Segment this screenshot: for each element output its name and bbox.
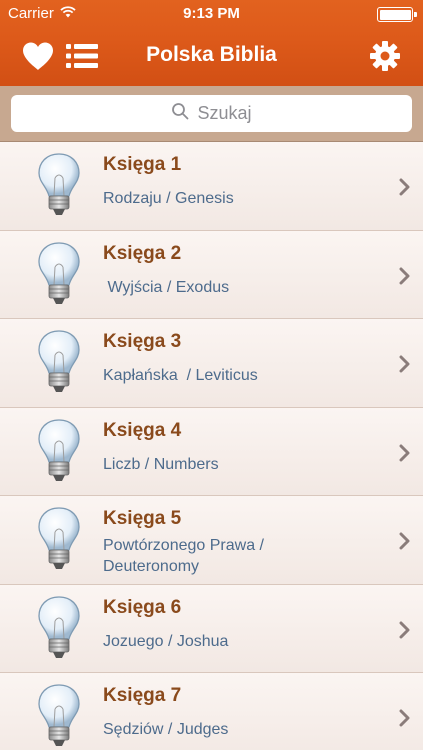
book-title: Księga 5 xyxy=(103,508,182,529)
search-input[interactable]: Szukaj xyxy=(11,95,412,132)
book-title: Księga 2 xyxy=(103,242,182,264)
search-icon xyxy=(171,102,189,125)
chevron-right-icon xyxy=(399,267,411,285)
status-time: 9:13 PM xyxy=(183,5,240,22)
lightbulb-icon xyxy=(34,329,84,397)
nav-bar: Polska Biblia xyxy=(0,28,423,86)
lightbulb-icon xyxy=(34,595,84,663)
book-title: Księga 6 xyxy=(103,596,182,618)
book-title: Księga 1 xyxy=(103,154,182,175)
book-subtitle: Jozuego / Joshua xyxy=(103,632,229,650)
book-row[interactable]: Księga 1 Rodzaju / Genesis xyxy=(0,142,423,231)
settings-gear-icon[interactable] xyxy=(367,38,403,74)
book-subtitle: Powtórzonego Prawa / Deuteronomy xyxy=(103,537,264,575)
battery-icon xyxy=(377,7,417,22)
book-subtitle: Liczb / Numbers xyxy=(103,455,219,473)
lightbulb-icon xyxy=(34,683,84,750)
book-row[interactable]: Księga 2 Wyjścia / Exodus xyxy=(0,230,423,319)
chevron-right-icon xyxy=(399,532,411,550)
book-subtitle: Sędziów / Judges xyxy=(103,721,229,738)
book-subtitle: Kapłańska / Leviticus xyxy=(103,367,258,384)
book-row[interactable]: Księga 4 Liczb / Numbers xyxy=(0,407,423,496)
book-row[interactable]: Księga 7 Sędziów / Judges xyxy=(0,673,423,750)
book-row[interactable]: Księga 5 Powtórzonego Prawa / Deuteronom… xyxy=(0,496,423,585)
chevron-right-icon xyxy=(399,709,411,727)
lightbulb-icon xyxy=(34,506,84,574)
lightbulb-icon xyxy=(34,418,84,486)
status-bar: Carrier 9:13 PM xyxy=(0,0,423,28)
book-list: Księga 1 Rodzaju / Genesis Księga 2 Wyjś… xyxy=(0,142,423,750)
chevron-right-icon xyxy=(399,444,411,462)
book-subtitle: Wyjścia / Exodus xyxy=(103,278,230,296)
book-title: Księga 7 xyxy=(103,685,182,706)
chevron-right-icon xyxy=(399,178,411,196)
search-bar: Szukaj xyxy=(0,86,423,142)
page-title: Polska Biblia xyxy=(146,43,277,66)
app-header: Carrier 9:13 PM Polska Biblia xyxy=(0,0,423,86)
book-subtitle: Rodzaju / Genesis xyxy=(103,190,234,207)
search-placeholder: Szukaj xyxy=(197,103,252,123)
book-row[interactable]: Księga 6 Jozuego / Joshua xyxy=(0,584,423,673)
chevron-right-icon xyxy=(399,621,411,639)
lightbulb-icon xyxy=(34,152,84,220)
book-row[interactable]: Księga 3 Kapłańska / Leviticus xyxy=(0,319,423,408)
chevron-right-icon xyxy=(399,355,411,373)
book-title: Księga 4 xyxy=(103,419,182,441)
lightbulb-icon xyxy=(34,241,84,309)
book-title: Księga 3 xyxy=(103,331,182,352)
